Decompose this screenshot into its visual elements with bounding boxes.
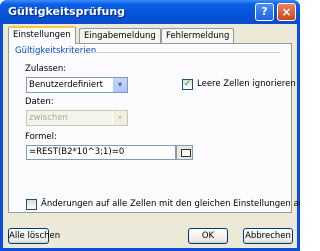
apply-all-checkbox[interactable] (26, 199, 37, 210)
dialog-window: Gültigkeitsprüfung ? × Einstellungen Ein… (0, 0, 300, 251)
formula-label: Formel: (25, 132, 57, 142)
close-button[interactable]: × (277, 3, 296, 21)
data-label: Daten: (25, 97, 54, 107)
tab-eingabemeldung[interactable]: Eingabemeldung (79, 28, 161, 43)
apply-all-label: Änderungen auf alle Zellen mit den gleic… (41, 199, 300, 209)
title-bar[interactable]: Gültigkeitsprüfung ? × (0, 0, 300, 24)
range-select-icon (181, 149, 191, 157)
tab-fehlermeldung[interactable]: Fehlermeldung (161, 28, 235, 43)
ignore-blank-label: Leere Zellen ignorieren (197, 79, 296, 89)
help-button[interactable]: ? (255, 3, 274, 21)
allow-select[interactable]: Benutzerdefiniert ▾ (26, 77, 128, 93)
data-select-value: zwischen (29, 113, 68, 123)
chevron-down-icon[interactable]: ▾ (112, 78, 127, 92)
cell-reference-button[interactable] (176, 145, 193, 160)
allow-select-value: Benutzerdefiniert (29, 80, 103, 90)
chevron-down-icon[interactable]: ▾ (112, 111, 127, 125)
allow-label: Zulassen: (25, 64, 67, 74)
window-title: Gültigkeitsprüfung (8, 5, 126, 18)
dialog-client-area: Einstellungen Eingabemeldung Fehlermeldu… (3, 24, 300, 248)
tab-einstellungen[interactable]: Einstellungen (8, 26, 76, 44)
cancel-button[interactable]: Abbrechen (243, 228, 293, 244)
clear-all-button[interactable]: Alle löschen (8, 228, 60, 244)
formula-input[interactable]: =REST(B2*10^3;1)=0 (26, 145, 176, 160)
settings-panel: Gültigkeitskriterien Zulassen: Benutzerd… (8, 43, 300, 213)
section-title-criteria: Gültigkeitskriterien (15, 46, 97, 56)
ignore-blank-checkbox[interactable]: ✓ (182, 79, 193, 90)
data-select[interactable]: zwischen ▾ (26, 110, 128, 126)
ok-button[interactable]: OK (188, 228, 228, 244)
section-divider (94, 52, 280, 53)
